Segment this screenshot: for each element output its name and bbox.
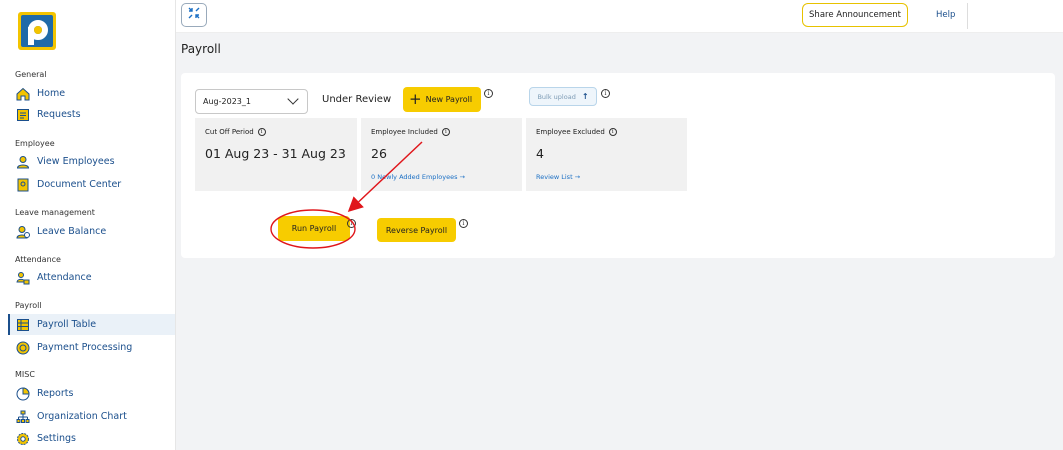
info-icon[interactable]: i [484,89,493,98]
cutoff-period-stat: Cut Off Period i 01 Aug 23 - 31 Aug 23 [195,118,357,191]
sidebar-item-label: Payroll Table [37,319,97,330]
sidebar-item-label: Organization Chart [37,411,127,422]
run-payroll-button[interactable]: Run Payroll [278,216,350,241]
plus-icon: + [409,90,422,108]
bulk-upload-button[interactable]: Bulk upload ↑ [529,87,597,106]
employee-excluded-stat: Employee Excluded i 4 Review List → [526,118,687,191]
org-chart-icon [16,410,30,424]
sidebar-item-label: Settings [37,433,76,444]
month-select-value: Aug-2023_1 [203,97,251,106]
page-title: Payroll [181,42,221,56]
bulk-upload-label: Bulk upload [537,92,576,101]
collapse-sidebar-button[interactable] [181,3,207,27]
sidebar-item-requests[interactable]: Requests [8,104,175,125]
sidebar-item-organization-chart[interactable]: Organization Chart [8,406,175,427]
sidebar-item-payroll-table[interactable]: Payroll Table [8,314,175,335]
sidebar-item-label: Leave Balance [37,226,107,237]
chevron-down-icon [287,93,299,105]
section-title-leave-management: Leave management [15,208,95,217]
info-icon[interactable]: i [441,128,450,136]
sidebar-item-label: Payment Processing [37,342,133,353]
info-icon[interactable]: i [257,128,266,136]
sidebar-item-view-employees[interactable]: View Employees [8,151,175,172]
employee-excluded-label: Employee Excluded i [536,128,617,136]
sidebar-item-leave-balance[interactable]: Leave Balance [8,221,175,242]
employee-excluded-label-text: Employee Excluded [536,128,605,136]
attendance-icon [16,271,30,285]
collapse-icon [187,6,201,24]
sidebar-item-label: Reports [37,388,74,399]
employee-included-label-text: Employee Included [371,128,438,136]
employee-included-value: 26 [371,146,387,161]
section-title-attendance: Attendance [15,255,61,264]
requests-icon [16,108,30,122]
section-title-misc: MISC [15,370,35,379]
review-list-link[interactable]: Review List → [536,173,580,181]
section-title-general: General [15,70,47,79]
sidebar-item-label: View Employees [37,156,115,167]
home-icon [16,87,30,101]
settings-icon [16,432,30,446]
sidebar-item-document-center[interactable]: Document Center [8,174,175,195]
sidebar-item-label: Attendance [37,272,92,283]
sidebar-item-label: Requests [37,109,81,120]
info-icon[interactable]: i [608,128,617,136]
cutoff-period-value: 01 Aug 23 - 31 Aug 23 [205,146,346,161]
employee-included-stat: Employee Included i 26 0 Newly Added Emp… [361,118,522,191]
payroll-card: Aug-2023_1 Under Review + New Payroll i … [181,73,1055,258]
cutoff-period-label: Cut Off Period i [205,128,266,136]
sidebar-item-payment-processing[interactable]: Payment Processing [8,337,175,358]
new-payroll-button[interactable]: + New Payroll [403,87,481,112]
sidebar-item-settings[interactable]: Settings [8,428,175,449]
sidebar-item-label: Document Center [37,179,122,190]
topbar-divider [967,3,968,29]
section-title-payroll: Payroll [15,301,42,310]
user-icon [16,155,30,169]
upload-arrow-icon: ↑ [581,92,589,101]
top-bar: Share Announcement Help [176,0,1063,33]
employee-included-label: Employee Included i [371,128,450,136]
main-content: Payroll Aug-2023_1 Under Review + New Pa… [176,33,1063,450]
info-icon[interactable]: i [347,219,356,228]
payroll-table-icon [16,318,30,332]
newly-added-employees-link[interactable]: 0 Newly Added Employees → [371,173,465,181]
sidebar-item-label: Home [37,88,66,99]
reverse-payroll-button[interactable]: Reverse Payroll [377,218,456,242]
payment-icon [16,341,30,355]
help-link[interactable]: Help [936,10,955,20]
sidebar-item-home[interactable]: Home [8,83,175,104]
payroll-status: Under Review [322,94,392,105]
document-icon [16,178,30,192]
share-announcement-button[interactable]: Share Announcement [802,3,908,27]
month-select[interactable]: Aug-2023_1 [195,89,308,114]
cutoff-period-label-text: Cut Off Period [205,128,254,136]
info-icon[interactable]: i [459,219,468,228]
sidebar-item-reports[interactable]: Reports [8,383,175,404]
leave-balance-icon [16,225,30,239]
employee-excluded-value: 4 [536,146,544,161]
info-icon[interactable]: i [601,89,610,98]
sidebar-item-attendance[interactable]: Attendance [8,267,175,288]
new-payroll-label: New Payroll [425,95,473,104]
section-title-employee: Employee [15,139,55,148]
app-logo[interactable] [18,12,56,50]
reports-icon [16,386,30,401]
sidebar: General Home Requests Employee View Empl… [0,0,176,450]
